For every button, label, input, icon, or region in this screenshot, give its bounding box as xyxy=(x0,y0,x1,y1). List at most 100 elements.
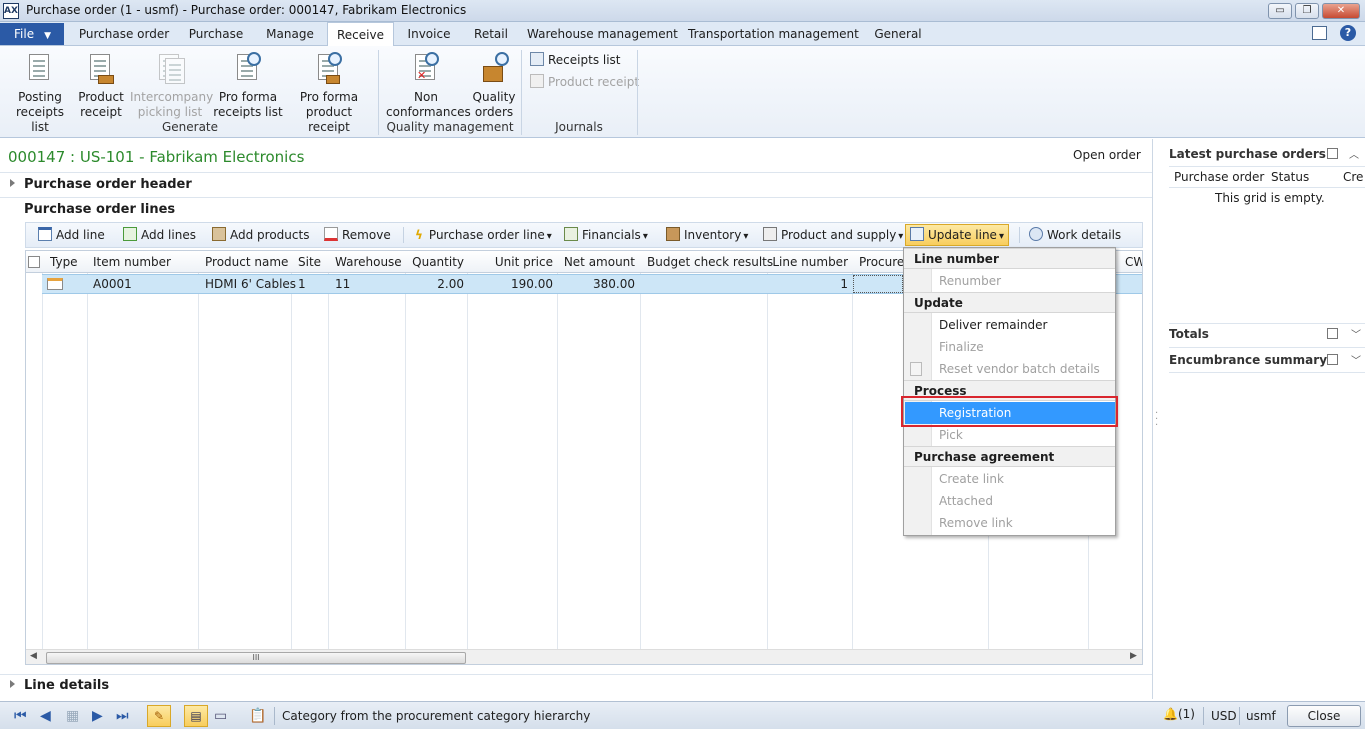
menu-item-pick[interactable]: Pick xyxy=(932,424,1115,446)
menu-item-deliver-remainder[interactable]: Deliver remainder xyxy=(932,314,1115,336)
menu-item-attached[interactable]: Attached xyxy=(932,490,1115,512)
currency-indicator[interactable]: USD xyxy=(1211,709,1237,723)
previous-record-icon[interactable]: ◀ xyxy=(40,708,51,724)
add-lines-button[interactable]: Add lines xyxy=(123,223,196,247)
attachments-icon[interactable]: 📋 xyxy=(249,708,266,724)
pane-splitter-handle[interactable]: · · · xyxy=(1155,409,1158,431)
notifications-indicator[interactable]: 🔔(1) xyxy=(1163,707,1195,721)
cell-procurement-category[interactable] xyxy=(853,275,903,293)
tab-transportation-management[interactable]: Transportation management xyxy=(688,22,859,46)
company-indicator[interactable]: usmf xyxy=(1246,709,1276,723)
last-record-icon[interactable]: ⏭ xyxy=(116,708,129,724)
factbox-options-icon[interactable] xyxy=(1327,328,1338,339)
latest-purchase-orders-title[interactable]: Latest purchase orders xyxy=(1169,147,1326,161)
close-button[interactable]: Close xyxy=(1287,705,1361,727)
cell-quantity[interactable]: 2.00 xyxy=(406,275,464,293)
factbox-options-icon[interactable] xyxy=(1327,148,1338,159)
pro-forma-product-receipt-button[interactable]: Pro forma product receipt xyxy=(286,52,372,135)
product-and-supply-menu[interactable]: Product and supply xyxy=(763,223,903,247)
menu-item-remove-link[interactable]: Remove link xyxy=(932,512,1115,534)
tab-warehouse-management[interactable]: Warehouse management xyxy=(527,22,678,46)
remove-button[interactable]: Remove xyxy=(324,223,391,247)
next-record-icon[interactable]: ▶ xyxy=(92,708,103,724)
expand-down-icon[interactable]: ﹀ xyxy=(1351,352,1361,367)
line-details-section[interactable]: Line details xyxy=(10,678,109,693)
tab-retail[interactable]: Retail xyxy=(466,22,516,46)
grid-view-icon[interactable]: ▤ xyxy=(184,705,208,727)
layout-icon[interactable] xyxy=(1312,26,1327,40)
non-conformances-button[interactable]: ✕ Non conformances xyxy=(386,52,471,120)
column-header-item-number[interactable]: Item number xyxy=(93,251,171,273)
column-header-type[interactable]: Type xyxy=(50,251,78,273)
purchase-order-line-menu[interactable]: ϟ Purchase order line xyxy=(415,223,552,247)
edit-mode-icon[interactable]: ✎ xyxy=(147,705,171,727)
records-icon[interactable]: ▦ xyxy=(66,708,79,724)
restore-button[interactable]: ❐ xyxy=(1295,3,1319,19)
purchase-order-header-section[interactable]: Purchase order header xyxy=(10,177,192,192)
purchase-order-lines-section[interactable]: Purchase order lines xyxy=(24,202,175,217)
collapse-icon[interactable]: ︿ xyxy=(1349,146,1359,161)
intercompany-picking-list-button[interactable]: Intercompany picking list xyxy=(130,52,213,120)
horizontal-scrollbar[interactable]: ◀ III ▶ xyxy=(26,649,1142,664)
column-header-unit-price[interactable]: Unit price xyxy=(467,251,553,273)
add-products-button[interactable]: Add products xyxy=(212,223,309,247)
details-view-icon[interactable]: ▭ xyxy=(214,708,227,724)
column-header-cw[interactable]: CW xyxy=(1125,251,1142,273)
column-header-procurement[interactable]: Procurem xyxy=(859,251,907,273)
cell-net-amount[interactable]: 380.00 xyxy=(557,275,635,293)
first-record-icon[interactable]: ⏮ xyxy=(14,708,27,724)
tab-manage[interactable]: Manage xyxy=(258,22,322,46)
receipts-list-button[interactable]: Receipts list xyxy=(530,52,621,67)
cell-warehouse[interactable]: 11 xyxy=(335,275,350,293)
close-window-button[interactable]: ✕ xyxy=(1322,3,1360,19)
scroll-left-icon[interactable]: ◀ xyxy=(30,651,37,661)
work-details-icon xyxy=(1029,227,1043,241)
cell-item-number[interactable]: A0001 xyxy=(93,275,132,293)
column-header-quantity[interactable]: Quantity xyxy=(406,251,464,273)
column-header-warehouse[interactable]: Warehouse xyxy=(335,251,402,273)
inventory-menu[interactable]: Inventory xyxy=(666,223,748,247)
menu-header-update: Update xyxy=(904,292,1115,313)
work-details-button[interactable]: Work details xyxy=(1029,223,1121,247)
cell-unit-price[interactable]: 190.00 xyxy=(467,275,553,293)
product-receipt-button[interactable]: Product receipt xyxy=(74,52,128,120)
scrollbar-thumb[interactable]: III xyxy=(46,652,466,664)
product-receipt-journal-button[interactable]: Product receipt xyxy=(530,74,639,89)
column-header-site[interactable]: Site xyxy=(298,251,321,273)
scroll-right-icon[interactable]: ▶ xyxy=(1130,651,1137,661)
posting-receipts-list-button[interactable]: Posting receipts list xyxy=(8,52,72,135)
menu-item-reset-vendor-batch-details[interactable]: Reset vendor batch details xyxy=(932,358,1115,380)
help-icon[interactable]: ? xyxy=(1340,25,1356,41)
pro-forma-receipts-list-button[interactable]: Pro forma receipts list xyxy=(212,52,284,120)
tab-purchase[interactable]: Purchase xyxy=(182,22,250,46)
select-all-checkbox[interactable] xyxy=(28,256,40,268)
column-header-created[interactable]: Cre xyxy=(1343,170,1363,184)
encumbrance-summary-title[interactable]: Encumbrance summary xyxy=(1169,353,1327,367)
minimize-button[interactable]: ▭ xyxy=(1268,3,1292,19)
column-header-budget-check[interactable]: Budget check results xyxy=(647,251,773,273)
tab-purchase-order[interactable]: Purchase order xyxy=(75,22,173,46)
column-header-net-amount[interactable]: Net amount xyxy=(557,251,635,273)
totals-title[interactable]: Totals xyxy=(1169,327,1209,341)
column-header-purchase-order[interactable]: Purchase order xyxy=(1174,170,1264,184)
column-header-product-name[interactable]: Product name xyxy=(205,251,288,273)
tab-invoice[interactable]: Invoice xyxy=(400,22,458,46)
cell-line-number[interactable]: 1 xyxy=(768,275,848,293)
tab-receive[interactable]: Receive xyxy=(327,22,394,47)
add-line-button[interactable]: Add line xyxy=(38,223,105,247)
menu-item-renumber[interactable]: Renumber xyxy=(932,270,1115,292)
expand-down-icon[interactable]: ﹀ xyxy=(1351,326,1361,341)
cell-site[interactable]: 1 xyxy=(298,275,306,293)
cell-product-name[interactable]: HDMI 6' Cables xyxy=(205,275,296,293)
factbox-options-icon[interactable] xyxy=(1327,354,1338,365)
financials-menu[interactable]: Financials xyxy=(564,223,648,247)
column-header-line-number[interactable]: Line number xyxy=(768,251,848,273)
file-tab[interactable]: File ▼ xyxy=(0,23,64,45)
tab-general[interactable]: General xyxy=(868,22,928,46)
update-line-menu[interactable]: Update line xyxy=(905,224,1009,246)
column-header-status[interactable]: Status xyxy=(1271,170,1309,184)
menu-item-create-link[interactable]: Create link xyxy=(932,468,1115,490)
menu-item-finalize[interactable]: Finalize xyxy=(932,336,1115,358)
inventory-icon xyxy=(666,227,680,241)
quality-orders-button[interactable]: Quality orders xyxy=(468,52,520,120)
